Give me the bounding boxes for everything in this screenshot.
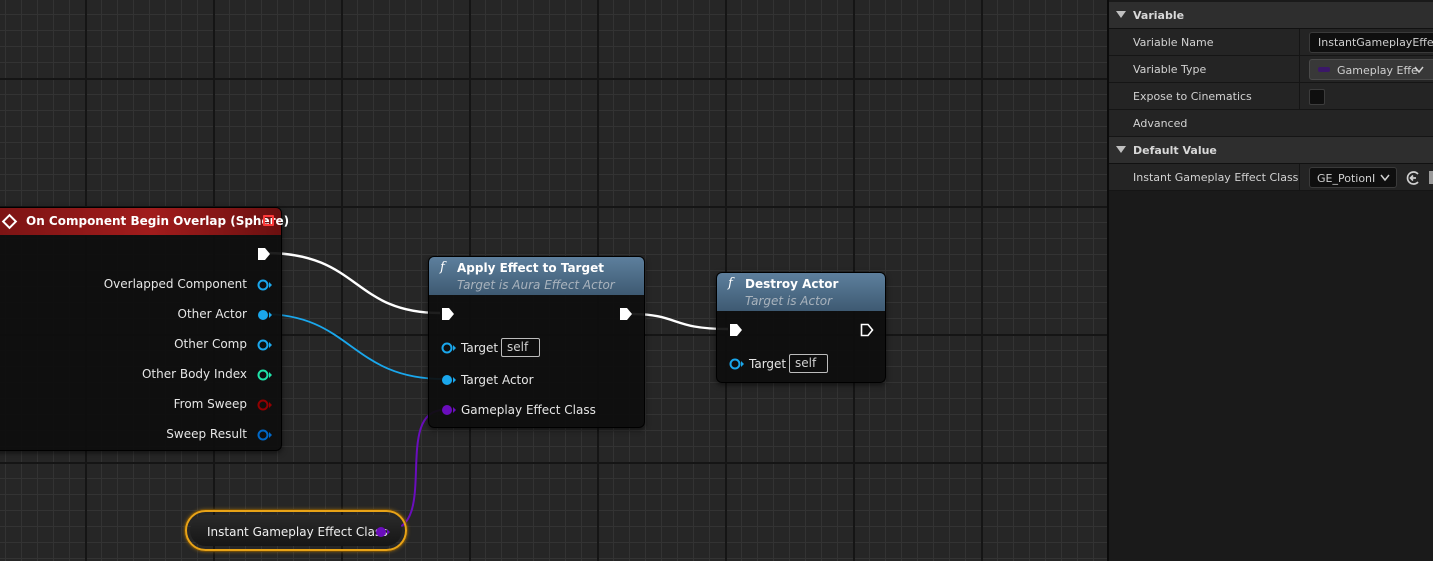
event-node-header: On Component Begin Overlap (Sphere) [0,208,289,235]
apply-node-title: Apply Effect to Target [457,261,604,275]
advanced-label: Advanced [1133,117,1188,130]
pin-label-overlapped-component: Overlapped Component [103,277,247,291]
destroy-target-self-value[interactable]: self [789,354,828,373]
apply-target-actor-pin[interactable] [440,373,456,387]
variable-getter-label: Instant Gameplay Effect Class [207,525,388,539]
pin-label-other-comp: Other Comp [174,337,247,351]
destroy-node-header: f Destroy Actor Target is Actor [717,273,885,311]
apply-target-pin[interactable] [440,341,456,355]
apply-exec-input-pin[interactable] [441,307,455,321]
variable-getter-node[interactable]: Instant Gameplay Effect Class [185,510,407,551]
default-value-row: Instant Gameplay Effect Class GE_PotionI [1109,164,1433,191]
collapse-arrow-icon [1116,11,1126,18]
apply-target-label: Target [461,341,499,355]
column-divider[interactable] [1299,56,1300,83]
object-wire-other-actor-to-target-actor[interactable] [261,313,445,380]
expose-to-cinematics-row: Expose to Cinematics [1109,83,1433,110]
event-node-begin-overlap[interactable]: On Component Begin Overlap (Sphere) Over… [0,207,289,451]
column-divider[interactable] [1299,29,1300,56]
default-value-class-value: GE_PotionI [1317,172,1376,185]
destroy-exec-input-pin[interactable] [729,323,743,337]
apply-target-actor-label: Target Actor [461,373,534,387]
exec-output-pin[interactable] [257,247,271,261]
default-value-class-dropdown[interactable]: GE_PotionI [1309,167,1397,188]
default-value-category-title: Default Value [1133,144,1217,157]
destroy-exec-output-pin[interactable] [860,323,874,337]
other-actor-pin[interactable] [257,308,273,322]
variable-type-row: Variable Type Gameplay Effe [1109,56,1433,83]
pin-label-other-actor: Other Actor [177,307,247,321]
other-comp-pin[interactable] [257,338,273,352]
details-panel: Variable Variable Name InstantGameplayEf… [1107,0,1433,561]
variable-name-row: Variable Name InstantGameplayEffectC [1109,29,1433,56]
expose-to-cinematics-checkbox[interactable] [1309,89,1325,105]
pin-label-other-body-index: Other Body Index [141,367,247,381]
destroy-node-subtitle: Target is Actor [745,294,833,308]
apply-effect-class-label: Gameplay Effect Class [461,403,596,417]
variable-type-value: Gameplay Effe [1337,64,1418,77]
column-divider[interactable] [1299,83,1300,110]
browse-asset-icon[interactable] [1429,171,1433,184]
variable-type-dropdown[interactable]: Gameplay Effe [1309,59,1433,80]
function-node-destroy-actor[interactable]: f Destroy Actor Target is Actor Target s… [716,272,886,383]
variable-name-input[interactable]: InstantGameplayEffectC [1309,32,1433,53]
variable-type-label: Variable Type [1133,63,1207,76]
collapse-arrow-icon [1116,146,1126,153]
column-divider[interactable] [1299,164,1300,191]
variable-name-label: Variable Name [1133,36,1214,49]
variable-category-header[interactable]: Variable [1109,2,1433,29]
function-icon: f [728,276,733,291]
sweep-result-pin[interactable] [257,428,273,442]
chevron-down-icon [1380,174,1390,182]
apply-exec-output-pin[interactable] [619,307,633,321]
other-body-index-pin[interactable] [257,368,273,382]
use-selected-asset-icon[interactable] [1405,170,1421,186]
expose-to-cinematics-label: Expose to Cinematics [1133,90,1252,103]
event-node-title: On Component Begin Overlap (Sphere) [26,214,290,228]
apply-node-subtitle: Target is Aura Effect Actor [457,278,615,292]
event-diamond-icon [1,213,18,230]
pin-label-sweep-result: Sweep Result [166,427,247,441]
overlapped-component-pin[interactable] [257,278,273,292]
variable-getter-body: Instant Gameplay Effect Class [190,515,402,546]
default-value-label: Instant Gameplay Effect Class [1133,171,1299,184]
function-node-apply-effect[interactable]: f Apply Effect to Target Target is Aura … [428,256,645,428]
destroy-target-label: Target [749,357,787,371]
blueprint-graph-canvas[interactable]: On Component Begin Overlap (Sphere) Over… [0,0,1107,561]
exec-wire-event-to-apply[interactable] [265,251,441,315]
chevron-down-icon [1414,66,1424,74]
destroy-node-title: Destroy Actor [745,277,839,291]
variable-output-pin[interactable] [374,525,390,539]
class-pin-type-icon [1318,67,1330,72]
apply-node-header: f Apply Effect to Target Target is Aura … [429,257,644,295]
default-value-category-header[interactable]: Default Value [1109,137,1433,164]
event-delegate-output-pin[interactable] [263,215,274,226]
variable-category-title: Variable [1133,9,1185,22]
function-icon: f [440,260,445,275]
from-sweep-pin[interactable] [257,398,273,412]
destroy-target-pin[interactable] [728,357,744,371]
advanced-row[interactable]: Advanced [1109,110,1433,137]
apply-effect-class-pin[interactable] [440,403,456,417]
apply-target-self-value[interactable]: self [501,338,540,357]
pin-label-from-sweep: From Sweep [173,397,247,411]
